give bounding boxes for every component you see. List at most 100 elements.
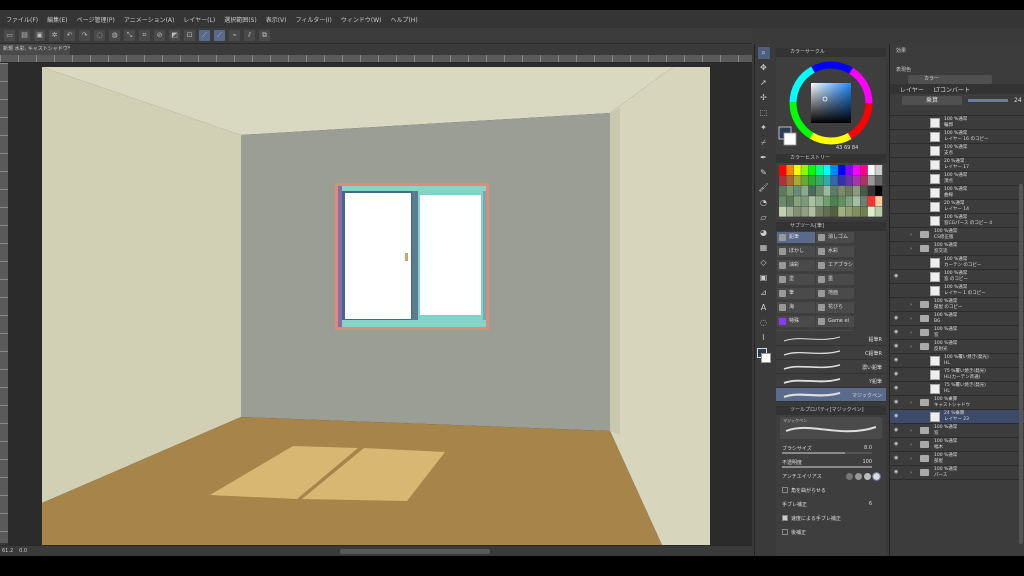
invert-icon[interactable]: ◩ [169, 30, 180, 41]
visibility-eye-icon[interactable]: ◉ [894, 456, 900, 461]
menu-item[interactable]: アニメーション(A) [124, 15, 175, 24]
visibility-eye-icon[interactable] [894, 176, 900, 181]
color-swatch[interactable] [867, 175, 875, 186]
symmetry-icon[interactable]: ⫽ [244, 30, 255, 41]
expand-chevron-icon[interactable]: › [910, 302, 912, 308]
layer-row[interactable]: ◉ › 100 %通常 反射光 [890, 340, 1024, 354]
color-swatch[interactable] [801, 165, 809, 175]
color-swatch[interactable] [779, 165, 786, 175]
subtool-group-tab[interactable]: エアブラシ [816, 260, 854, 271]
expand-chevron-icon[interactable]: › [910, 442, 912, 448]
color-swatch[interactable] [838, 196, 846, 207]
expand-chevron-icon[interactable]: › [910, 344, 912, 350]
visibility-eye-icon[interactable] [894, 148, 900, 153]
subtool-group-tab[interactable]: 油彩 [777, 260, 815, 271]
color-swatch-pair[interactable] [755, 348, 772, 366]
layer-row[interactable]: ◉ › 100 %通常 部屋 [890, 452, 1024, 466]
opacity-value[interactable]: 100 [862, 459, 872, 465]
color-swatch[interactable] [860, 185, 868, 196]
layer-row[interactable]: ◉ › 100 %通常 幅木 [890, 438, 1024, 452]
perspective-snap-icon[interactable]: ⟋ [214, 30, 225, 41]
color-swatch[interactable] [830, 165, 838, 175]
expand-chevron-icon[interactable]: › [910, 456, 912, 462]
layer-row[interactable]: ◉ › 100 %通常窓 [890, 326, 1024, 340]
color-swatch[interactable] [786, 165, 794, 175]
subtool-group-tab[interactable]: 塗 [777, 274, 815, 285]
color-swatch[interactable] [808, 175, 816, 186]
color-swatch[interactable] [793, 196, 801, 207]
room-illustration[interactable] [8, 63, 752, 545]
subtool-group-tab[interactable]: ぼかし [777, 246, 815, 257]
expression-select[interactable]: カラー [908, 75, 992, 84]
color-swatch[interactable] [867, 196, 875, 207]
corner-row[interactable]: 角を曲がらせる [776, 483, 886, 497]
color-swatch[interactable] [853, 185, 860, 196]
visibility-eye-icon[interactable]: ◉ [894, 274, 900, 279]
color-swatch[interactable] [779, 206, 786, 217]
layer-row[interactable]: ◉ › 100 %通常 BG [890, 312, 1024, 326]
transform-icon[interactable]: ⤡ [124, 30, 135, 41]
layer-row[interactable]: › 100 %通常 部屋 のコピー [890, 298, 1024, 312]
color-swatch[interactable] [801, 206, 809, 217]
brush-size-row[interactable]: ブラシサイズ 8.0 [776, 441, 886, 455]
expand-chevron-icon[interactable]: › [910, 232, 912, 238]
move-tool-icon[interactable]: ✥ [758, 62, 770, 74]
color-swatch[interactable] [786, 196, 794, 207]
subtool-group-tab[interactable]: 墨 [816, 274, 854, 285]
color-swatch[interactable] [816, 175, 823, 186]
expand-chevron-icon[interactable]: › [910, 316, 912, 322]
stabilize-value[interactable]: 6 [869, 501, 872, 507]
color-swatch[interactable] [793, 175, 801, 186]
layer-row[interactable]: 20 %通常 レイヤー 14 [890, 200, 1024, 214]
visibility-eye-icon[interactable] [894, 204, 900, 209]
menu-item[interactable]: ヘルプ(H) [390, 15, 417, 24]
color-swatch[interactable] [793, 206, 801, 217]
visibility-eye-icon[interactable] [894, 190, 900, 195]
text-tool-icon[interactable]: A [758, 302, 770, 314]
ruler-tool-icon[interactable]: ⊿ [758, 287, 770, 299]
visibility-eye-icon[interactable] [894, 232, 900, 237]
eraser-icon[interactable]: ▱ [758, 212, 770, 224]
color-swatch[interactable] [867, 165, 875, 175]
color-swatch[interactable] [838, 165, 846, 175]
layer-row[interactable]: 100 %通常 頂点 [890, 172, 1024, 186]
grid-snap-icon[interactable]: ⌁ [229, 30, 240, 41]
gradient-icon[interactable]: ▦ [758, 242, 770, 254]
expand-chevron-icon[interactable]: › [910, 428, 912, 434]
color-swatch[interactable] [786, 206, 794, 217]
clear-icon[interactable]: ◌ [94, 30, 105, 41]
visibility-eye-icon[interactable]: ◉ [894, 414, 900, 419]
stabilize-row[interactable]: 手ブレ補正 6 [776, 497, 886, 511]
visibility-eye-icon[interactable] [894, 218, 900, 223]
color-swatch[interactable] [823, 196, 831, 207]
color-swatch[interactable] [816, 185, 823, 196]
horizontal-scrollbar[interactable] [340, 549, 490, 554]
angle-value[interactable]: 0.0 [19, 548, 27, 554]
layer-row[interactable]: ◉ › 100 %乗算 キャストシャドウ [890, 396, 1024, 410]
color-swatch[interactable] [860, 165, 868, 175]
layer-row[interactable]: 100 %通常 レイヤー 16 のコピー [890, 130, 1024, 144]
menu-item[interactable]: フィルター(I) [296, 15, 332, 24]
visibility-eye-icon[interactable]: ◉ [894, 428, 900, 433]
post-correction-checkbox[interactable] [782, 529, 788, 535]
layer-scrollbar[interactable] [1019, 184, 1023, 544]
expand-chevron-icon[interactable]: › [910, 400, 912, 406]
subtool-group-tab[interactable]: 筆 [777, 288, 815, 299]
visibility-eye-icon[interactable]: ◉ [894, 316, 900, 321]
color-swatch[interactable] [860, 196, 868, 207]
save-icon[interactable]: ▣ [34, 30, 45, 41]
color-swatch[interactable] [845, 196, 853, 207]
color-swatch[interactable] [860, 206, 868, 217]
visibility-eye-icon[interactable] [894, 162, 900, 167]
new-file-icon[interactable]: ▭ [4, 30, 15, 41]
corner-checkbox[interactable] [782, 487, 788, 493]
color-swatch[interactable] [853, 206, 860, 217]
correction-tool-icon[interactable]: ⌇ [758, 332, 770, 344]
blend-mode-select[interactable]: 乗算 [902, 95, 962, 105]
subtool-group-tab[interactable]: brushes [777, 330, 815, 331]
color-swatch[interactable] [816, 206, 823, 217]
subtool-group-tab[interactable]: 水彩 [816, 246, 854, 257]
color-swatches[interactable] [776, 163, 886, 219]
color-swatch[interactable] [808, 165, 816, 175]
figure-tool-icon[interactable]: ◇ [758, 257, 770, 269]
